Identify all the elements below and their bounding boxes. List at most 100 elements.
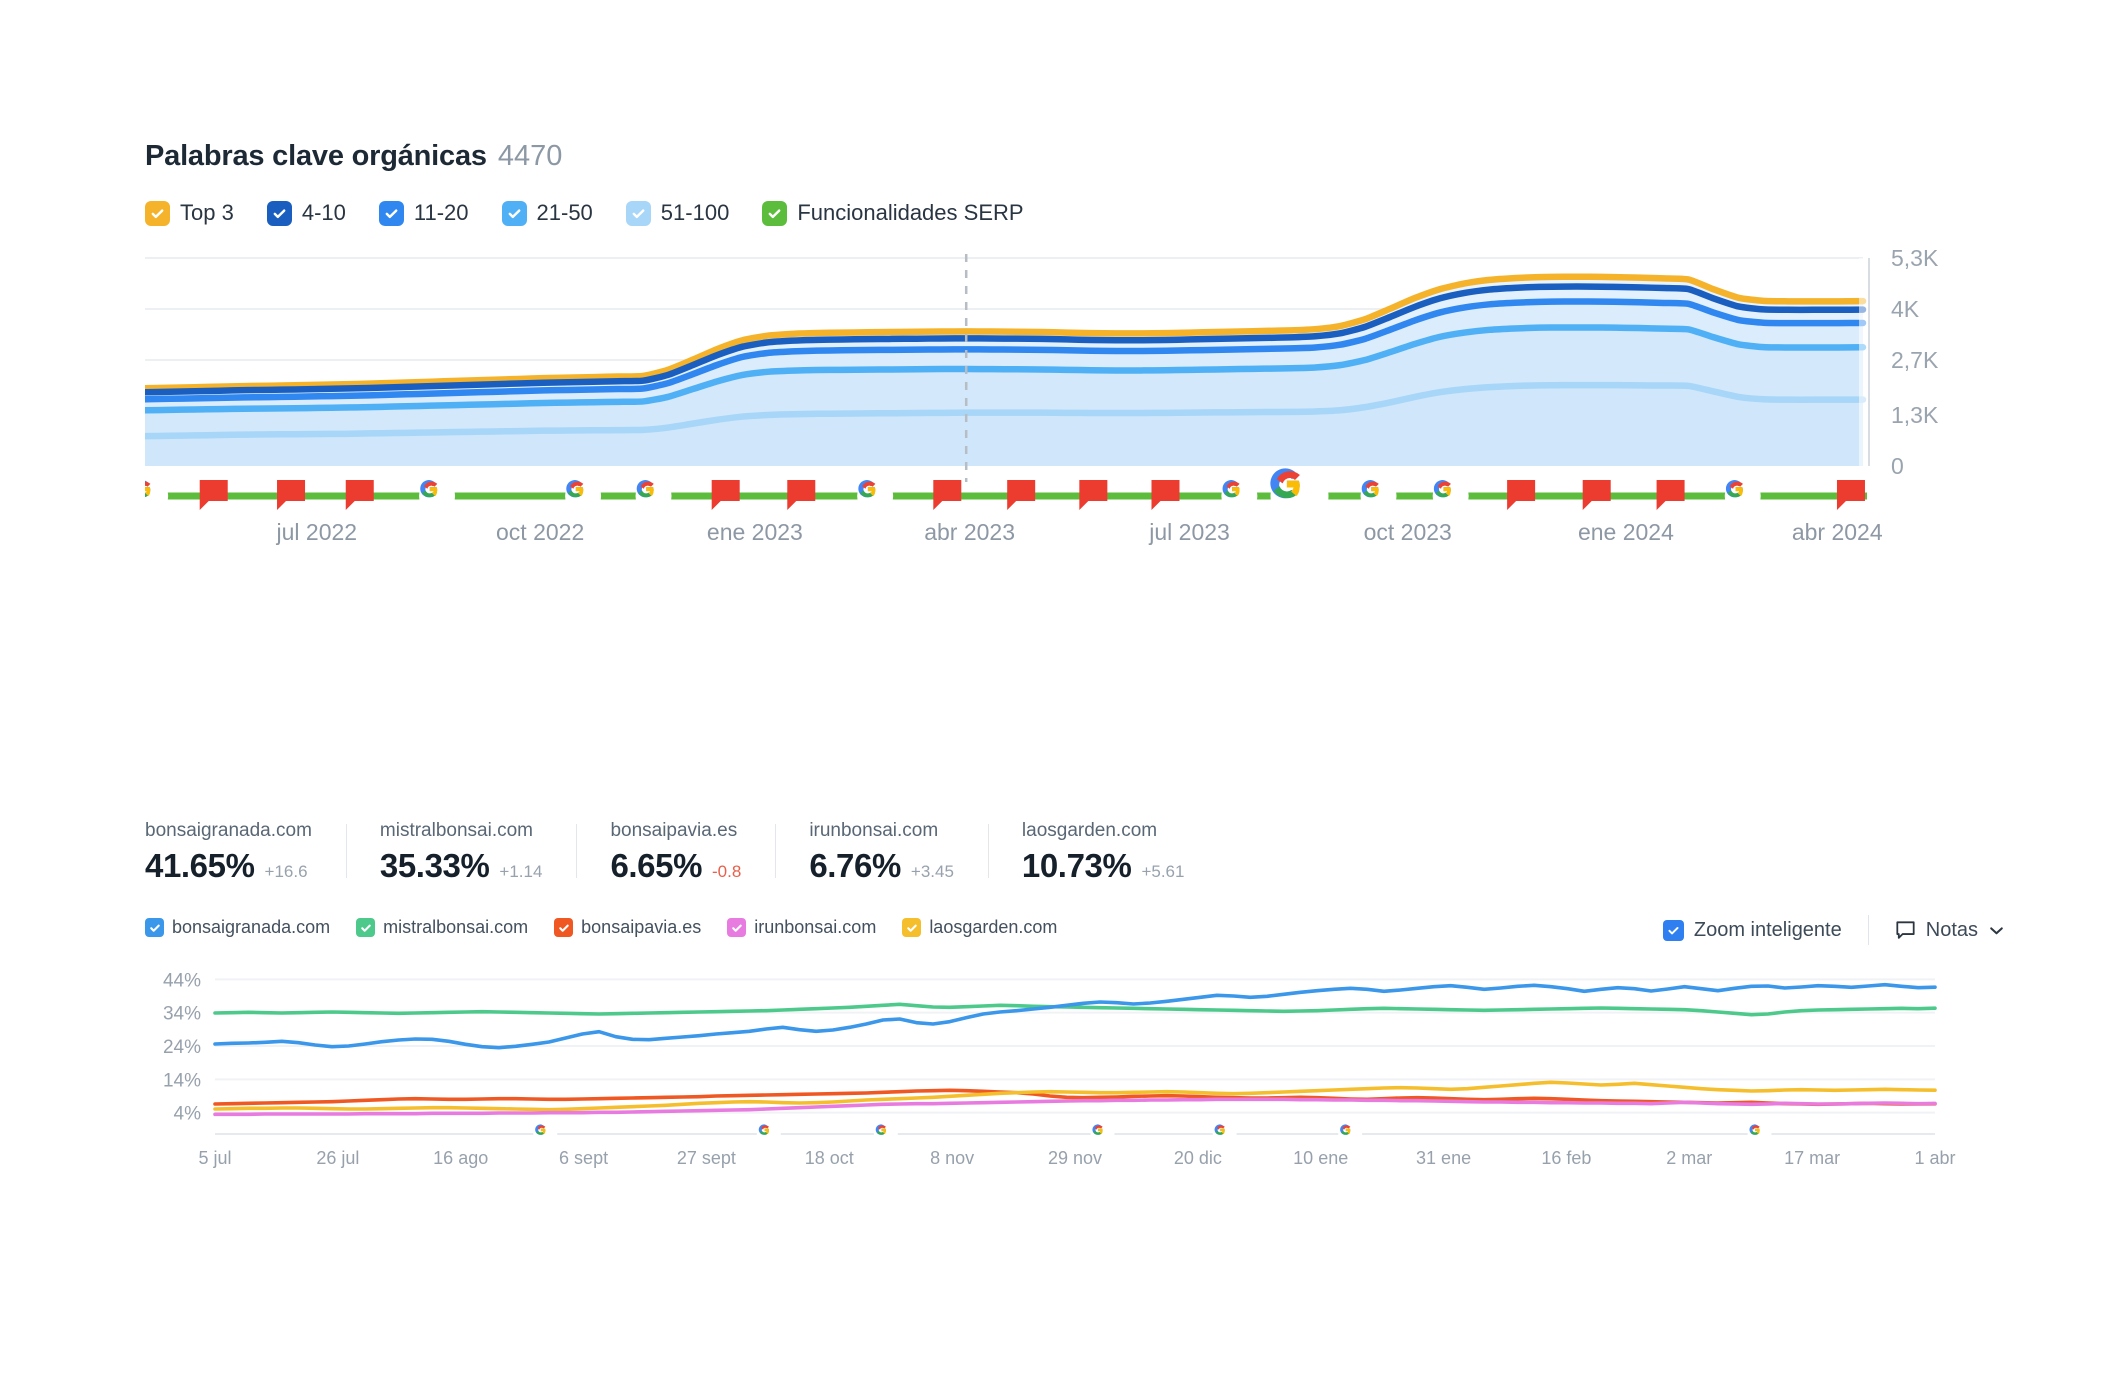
note-flag-icon[interactable]	[787, 480, 816, 510]
x-tick-label: abr 2024	[1792, 519, 1883, 545]
note-flag-icon[interactable]	[199, 480, 228, 510]
stat-card: irunbonsai.com 6.76% +3.45	[775, 820, 988, 885]
checkbox-icon[interactable]	[902, 918, 922, 937]
chevron-down-icon[interactable]	[1988, 922, 2005, 939]
legend-item-bonsaigranada[interactable]: bonsaigranada.com	[145, 917, 330, 938]
checkbox-icon[interactable]	[554, 918, 574, 937]
y-tick-label: 44%	[163, 970, 201, 991]
legend-item-laosgarden[interactable]: laosgarden.com	[902, 917, 1057, 938]
x-tick-label: 20 dic	[1174, 1148, 1222, 1168]
checkbox-icon[interactable]	[266, 200, 292, 226]
note-flag-icon[interactable]	[1582, 480, 1611, 510]
legend-item-21-50[interactable]: 21-50	[501, 200, 593, 226]
stat-card: laosgarden.com 10.73% +5.61	[987, 820, 1219, 885]
position-legend: Top 3 4-10 11-20 21-50 51-100 Funcionalidades…	[145, 200, 2005, 226]
stat-delta: +3.45	[910, 862, 954, 881]
note-flag-icon[interactable]	[1507, 480, 1536, 510]
stat-domain: bonsaipavia.es	[610, 820, 738, 841]
x-tick-label: 8 nov	[930, 1148, 974, 1168]
x-tick-label: 16 ago	[433, 1148, 488, 1168]
legend-item-serp-features[interactable]: Funcionalidades SERP	[762, 200, 1024, 226]
note-flag-icon[interactable]	[1656, 480, 1685, 510]
checkbox-icon[interactable]	[145, 918, 164, 937]
legend-item-4-10[interactable]: 4-10	[266, 200, 346, 226]
competitor-legend-row: bonsaigranada.com mistralbonsai.com bonsai…	[145, 915, 2005, 945]
stat-delta: -0.8	[712, 862, 742, 881]
edge-mask	[1859, 258, 1869, 466]
checkbox-icon[interactable]	[625, 200, 651, 226]
x-tick-label: abr 2023	[924, 519, 1015, 545]
note-flag-icon[interactable]	[1151, 480, 1180, 510]
smart-zoom-toggle[interactable]: Zoom inteligente	[1662, 918, 1842, 942]
legend-item-top-3[interactable]: Top 3	[145, 200, 234, 226]
stat-value: 41.65%	[145, 847, 255, 884]
legend-label: bonsaigranada.com	[172, 917, 331, 937]
x-tick-label: 17 mar	[1784, 1148, 1840, 1168]
legend-label: 21-50	[536, 200, 593, 225]
marker-bg	[1747, 1122, 1772, 1146]
organic-chart-container[interactable]: 0 1,3K 2,7K 4K 5,3K jul 2022 oct 2022 ene 2023 a…	[145, 248, 2005, 578]
marker-bg	[533, 1122, 558, 1146]
legend-label: laosgarden.com	[929, 917, 1058, 937]
y-tick-label: 4K	[1891, 296, 1920, 322]
notes-label: Notas	[1925, 918, 1978, 941]
checkbox-icon[interactable]	[356, 918, 376, 937]
stat-domain: irunbonsai.com	[809, 820, 939, 841]
legend-item-11-20[interactable]: 11-20	[378, 200, 469, 226]
legend-label: irunbonsai.com	[754, 917, 877, 937]
x-tick-label: 26 jul	[316, 1148, 359, 1168]
note-flag-icon[interactable]	[1836, 480, 1865, 510]
stat-value: 6.65%	[610, 847, 703, 884]
stat-card: bonsaipavia.es 6.65% -0.8	[576, 820, 775, 885]
x-tick-label: 6 sept	[559, 1148, 608, 1168]
chart-controls: Zoom inteligente Notas	[1662, 915, 2005, 945]
stat-value: 10.73%	[1021, 847, 1132, 884]
organic-keywords-panel: Palabras clave orgánicas 4470 Top 3 4-10 1…	[145, 140, 2005, 578]
y-tick-label: 34%	[163, 1004, 201, 1025]
x-tick-label: oct 2022	[496, 519, 584, 545]
note-flag-icon[interactable]	[933, 480, 962, 510]
x-tick-label: 27 sept	[677, 1148, 736, 1168]
checkbox-icon[interactable]	[378, 200, 404, 226]
legend-item-bonsaipavia[interactable]: bonsaipavia.es	[554, 917, 701, 938]
competitor-stats: bonsaigranada.com 41.65% +16.6 mistralbonsa…	[145, 820, 2005, 885]
legend-item-irunbonsai[interactable]: irunbonsai.com	[727, 917, 876, 938]
share-of-voice-panel: bonsaigranada.com 41.65% +16.6 mistralbonsa…	[145, 820, 2005, 1188]
x-tick-label: ene 2024	[1578, 519, 1674, 545]
notes-dropdown[interactable]: Notas	[1895, 919, 2005, 942]
note-flag-icon[interactable]	[345, 480, 374, 510]
x-tick-label: 18 oct	[805, 1148, 854, 1168]
note-flag-icon[interactable]	[1079, 480, 1108, 510]
x-tick-label: 2 mar	[1666, 1148, 1712, 1168]
checkbox-icon[interactable]	[1662, 919, 1684, 941]
checkbox-icon[interactable]	[501, 200, 527, 226]
checkbox-icon[interactable]	[727, 918, 747, 937]
x-tick-label: 1 abr	[1914, 1148, 1955, 1168]
stat-delta: +5.61	[1141, 862, 1185, 881]
y-tick-label: 24%	[163, 1037, 201, 1058]
checkbox-icon[interactable]	[145, 200, 170, 226]
x-tick-label: 29 nov	[1048, 1148, 1102, 1168]
stat-delta: +1.14	[499, 862, 543, 881]
smart-zoom-label: Zoom inteligente	[1693, 918, 1842, 941]
legend-label: Funcionalidades SERP	[797, 200, 1024, 225]
legend-label: mistralbonsai.com	[383, 917, 529, 937]
share-of-voice-chart[interactable]: 4% 14% 24% 34% 44% 5 jul 26 jul 16 ago 6 sept 27 …	[145, 958, 2005, 1188]
legend-item-51-100[interactable]: 51-100	[625, 200, 730, 226]
legend-label: 51-100	[660, 200, 730, 225]
x-tick-label: jul 2023	[1148, 519, 1230, 545]
note-flag-icon[interactable]	[1007, 480, 1036, 510]
legend-item-mistralbonsai[interactable]: mistralbonsai.com	[356, 917, 528, 938]
x-tick-label: ene 2023	[707, 519, 803, 545]
x-tick-label: 31 ene	[1416, 1148, 1471, 1168]
legend-label: bonsaipavia.es	[581, 917, 702, 937]
share-chart-container[interactable]: 4% 14% 24% 34% 44% 5 jul 26 jul 16 ago 6 sept 27 …	[145, 958, 2005, 1188]
marker-bg	[873, 1122, 898, 1146]
note-flag-icon[interactable]	[277, 480, 306, 510]
checkbox-icon[interactable]	[762, 200, 788, 226]
stat-value: 6.76%	[809, 847, 901, 884]
organic-keywords-chart[interactable]: 0 1,3K 2,7K 4K 5,3K jul 2022 oct 2022 ene 2023 a…	[145, 248, 2005, 578]
marker-bg	[1338, 1122, 1363, 1146]
note-flag-icon[interactable]	[711, 480, 740, 510]
divider	[1867, 915, 1869, 945]
